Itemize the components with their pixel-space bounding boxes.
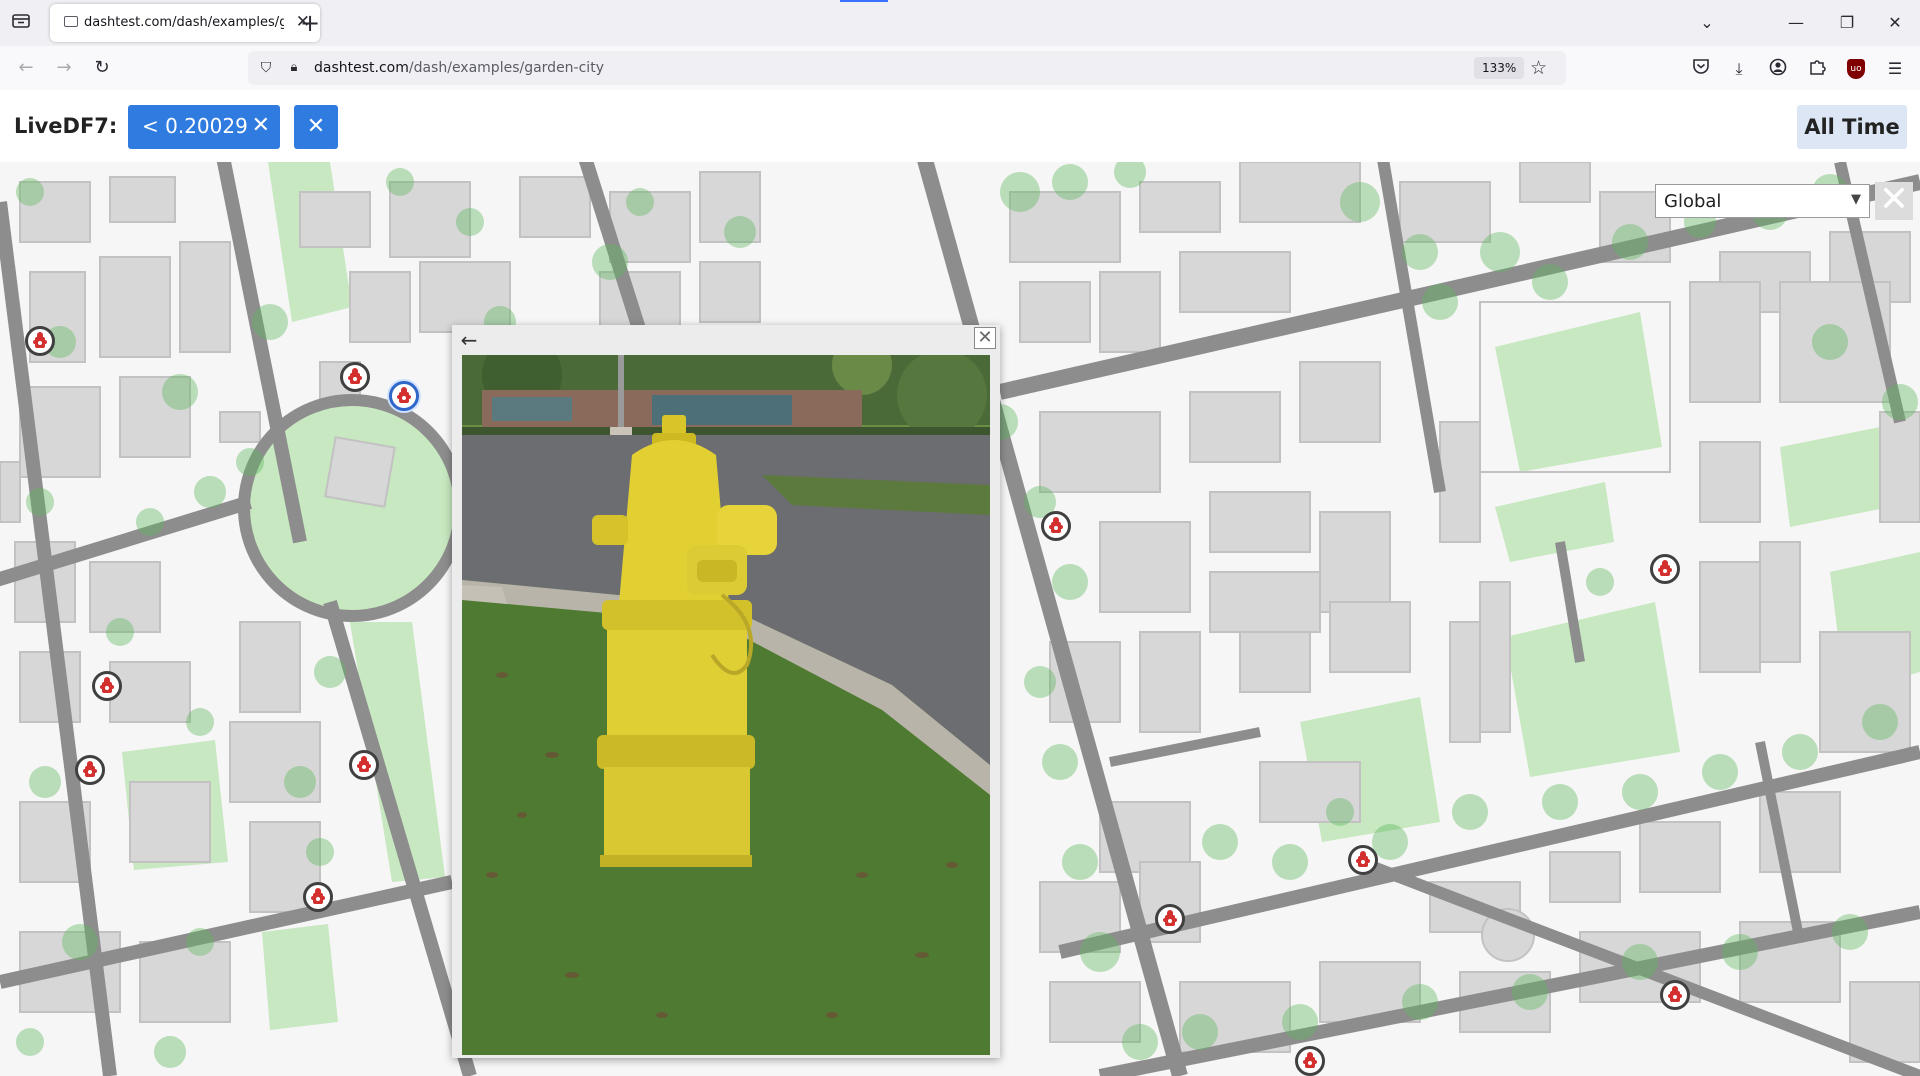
address-bar[interactable]: ⛉ 🔒︎ dashtest.com/dash/examples/garden-c… xyxy=(248,51,1566,85)
map-panel-close-button[interactable]: ✕ xyxy=(1875,182,1913,220)
arrow-left-icon[interactable]: ← xyxy=(456,327,482,353)
clear-filters-button[interactable]: ✕ xyxy=(294,105,338,149)
hydrant-marker[interactable] xyxy=(1295,1046,1325,1076)
hydrant-marker[interactable] xyxy=(92,671,122,701)
hydrant-marker[interactable] xyxy=(25,326,55,356)
fire-hydrant-icon xyxy=(1658,560,1672,578)
time-range-button[interactable]: All Time xyxy=(1797,105,1907,149)
tab-list-chevron-icon[interactable]: ⌄ xyxy=(1693,11,1721,35)
ublock-icon[interactable]: uo xyxy=(1847,59,1865,79)
photo-popup: ← ✕ xyxy=(452,325,1000,1058)
fire-hydrant-icon xyxy=(1356,851,1370,869)
fire-hydrant-icon xyxy=(1049,517,1063,535)
folder-tabs-icon[interactable] xyxy=(10,13,32,35)
remove-filter-icon[interactable]: ✕ xyxy=(252,113,270,139)
fire-hydrant-icon xyxy=(1163,910,1177,928)
fire-hydrant-icon xyxy=(311,888,325,906)
browser-tab-active[interactable]: dashtest.com/dash/examples/garden-city ✕ xyxy=(50,4,320,42)
url-host: dashtest.com xyxy=(314,60,409,76)
fire-hydrant-icon xyxy=(1303,1052,1317,1070)
browser-navbar: ← → ↻ ⛉ 🔒︎ dashtest.com/dash/examples/ga… xyxy=(0,46,1920,91)
hydrant-marker[interactable] xyxy=(75,755,105,785)
hydrant-marker[interactable] xyxy=(1041,511,1071,541)
scope-select[interactable]: Global ▼ xyxy=(1655,184,1870,218)
account-icon[interactable] xyxy=(1766,58,1790,80)
hydrant-marker[interactable] xyxy=(349,750,379,780)
scope-select-value: Global xyxy=(1664,191,1722,212)
filter-chip[interactable]: < 0.20029 ✕ xyxy=(128,105,280,149)
page-favicon-icon xyxy=(64,16,78,27)
shield-icon[interactable]: ⛉ xyxy=(256,58,276,78)
star-icon[interactable]: ☆ xyxy=(1530,56,1547,80)
hydrant-marker[interactable] xyxy=(1155,904,1185,934)
reload-icon[interactable]: ↻ xyxy=(88,54,116,82)
caret-down-icon: ▼ xyxy=(1851,192,1861,207)
lock-icon[interactable]: 🔒︎ xyxy=(284,58,304,78)
map-canvas[interactable]: Global ▼ ✕ ← ✕ xyxy=(0,162,1920,1076)
filter-chip-label: < 0.20029 xyxy=(142,114,248,138)
hamburger-icon[interactable]: ☰ xyxy=(1883,58,1907,80)
pocket-icon[interactable] xyxy=(1689,58,1713,80)
fire-hydrant-icon xyxy=(357,756,371,774)
popup-close-button[interactable]: ✕ xyxy=(974,327,996,349)
download-icon[interactable]: ⤓ xyxy=(1727,58,1751,80)
zoom-level-badge[interactable]: 133% xyxy=(1474,57,1525,79)
hydrant-photo xyxy=(462,355,990,1055)
fire-hydrant-icon xyxy=(33,332,47,350)
restore-icon[interactable]: ❐ xyxy=(1833,11,1861,35)
arrow-left-icon[interactable]: ← xyxy=(12,54,40,82)
close-icon: ✕ xyxy=(977,327,993,348)
close-icon: ✕ xyxy=(1878,179,1910,220)
fire-hydrant-icon xyxy=(100,677,114,695)
hydrant-marker[interactable] xyxy=(1660,980,1690,1010)
hydrant-marker[interactable] xyxy=(303,882,333,912)
window-close-icon[interactable]: ✕ xyxy=(1881,11,1909,35)
minimize-icon[interactable]: — xyxy=(1782,11,1810,35)
fire-hydrant-icon xyxy=(348,368,362,386)
url-path: /dash/examples/garden-city xyxy=(408,60,604,76)
fire-hydrant-icon xyxy=(83,761,97,779)
layer-label: LiveDF7: xyxy=(14,114,118,138)
app-toolbar: LiveDF7: < 0.20029 ✕ ✕ All Time xyxy=(0,90,1920,162)
new-tab-plus-icon[interactable]: + xyxy=(300,10,320,36)
hydrant-marker[interactable] xyxy=(340,362,370,392)
tab-title: dashtest.com/dash/examples/garden-city xyxy=(84,15,284,30)
page-loading-indicator xyxy=(840,0,888,2)
close-icon: ✕ xyxy=(306,114,326,139)
browser-titlebar: dashtest.com/dash/examples/garden-city ✕… xyxy=(0,0,1920,46)
hydrant-marker[interactable] xyxy=(1650,554,1680,584)
hydrant-marker-selected[interactable] xyxy=(389,381,419,411)
arrow-right-icon[interactable]: → xyxy=(50,54,78,82)
fire-hydrant-icon xyxy=(397,387,411,405)
url-text[interactable]: dashtest.com/dash/examples/garden-city xyxy=(314,60,604,76)
hydrant-marker[interactable] xyxy=(1348,845,1378,875)
fire-hydrant-icon xyxy=(1668,986,1682,1004)
puzzle-icon[interactable] xyxy=(1805,58,1829,80)
hydrant-photo-image xyxy=(462,355,990,1055)
